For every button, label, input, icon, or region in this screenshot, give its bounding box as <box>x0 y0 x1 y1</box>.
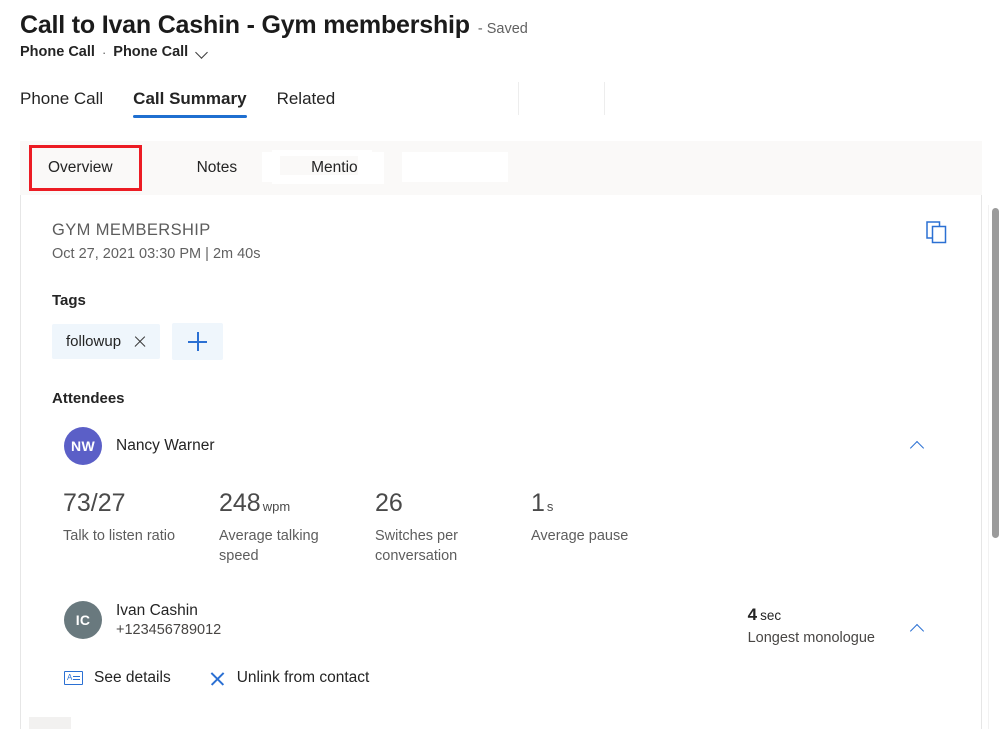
metric-switches-per-conversation: 26 Switches per conversation <box>375 491 531 566</box>
metric-value: 4 <box>748 605 757 624</box>
tag-chip-followup[interactable]: followup <box>52 324 160 359</box>
chevron-down-icon[interactable] <box>196 46 209 59</box>
tab-related[interactable]: Related <box>277 89 336 118</box>
metric-value: 73/27 <box>63 489 126 517</box>
chevron-up-glyph <box>910 439 924 453</box>
see-details-link[interactable]: See details <box>64 669 171 687</box>
unlink-close-icon <box>209 670 226 687</box>
attendee-name: Nancy Warner <box>116 437 214 455</box>
redaction-block-5 <box>402 152 508 182</box>
attendee-nancy-warner: NW Nancy Warner 73/27 Talk to listen rat… <box>52 427 951 566</box>
metric-label: Average pause <box>531 527 655 547</box>
inner-tab-overview[interactable]: Overview <box>20 141 143 195</box>
page-header: Call to Ivan Cashin - Gym membership - S… <box>0 0 1000 60</box>
bottom-edge-nub <box>29 717 71 729</box>
tab-call-summary[interactable]: Call Summary <box>133 89 246 118</box>
add-tag-button[interactable] <box>172 323 223 360</box>
breadcrumb-entity-type: Phone Call <box>113 44 188 60</box>
metric-label: Average talking speed <box>219 527 343 566</box>
call-summary-content: GYM MEMBERSHIP Oct 27, 2021 03:30 PM | 2… <box>21 195 981 687</box>
page-title: Call to Ivan Cashin - Gym membership <box>20 10 470 41</box>
metric-value: 248 <box>219 489 261 517</box>
save-status: - Saved <box>478 21 528 37</box>
call-summary-panel: GYM MEMBERSHIP Oct 27, 2021 03:30 PM | 2… <box>20 195 982 729</box>
main-tab-list: Phone Call Call Summary Related <box>0 82 1000 118</box>
chevron-up-glyph <box>910 622 924 636</box>
command-bar-divider-1 <box>518 82 519 115</box>
breadcrumb-separator: · <box>102 45 106 60</box>
breadcrumb: Phone Call · Phone Call <box>20 44 1000 60</box>
attendee-metrics: 73/27 Talk to listen ratio 248wpm Averag… <box>52 491 951 566</box>
command-bar-divider-2 <box>604 82 605 115</box>
redaction-block-4 <box>272 150 372 156</box>
attendee-phone-number: +123456789012 <box>116 622 221 638</box>
unlink-from-contact-link[interactable]: Unlink from contact <box>209 669 370 687</box>
redaction-block-3 <box>272 175 384 184</box>
metric-longest-monologue: 4sec Longest monologue <box>748 605 875 646</box>
plus-icon <box>188 332 207 351</box>
attendee-row[interactable]: NW Nancy Warner <box>52 427 951 465</box>
attendee-name: Ivan Cashin <box>116 602 221 620</box>
tag-label: followup <box>66 333 121 350</box>
tab-phone-call[interactable]: Phone Call <box>20 89 103 118</box>
metric-unit: wpm <box>263 499 290 514</box>
inner-tab-notes[interactable]: Notes <box>175 141 260 195</box>
call-subject: GYM MEMBERSHIP <box>52 221 951 240</box>
chevron-up-icon[interactable] <box>901 613 933 645</box>
avatar: NW <box>64 427 102 465</box>
scrollbar-thumb[interactable] <box>992 208 999 538</box>
metric-label: Longest monologue <box>748 630 875 646</box>
tags-section-label: Tags <box>52 292 951 309</box>
metric-label: Talk to listen ratio <box>63 527 187 547</box>
metric-label: Switches per conversation <box>375 527 499 566</box>
see-details-label: See details <box>94 669 171 687</box>
chevron-up-icon[interactable] <box>901 430 933 462</box>
metric-value: 26 <box>375 489 403 517</box>
call-datetime-duration: Oct 27, 2021 03:30 PM | 2m 40s <box>52 246 951 262</box>
close-icon[interactable] <box>133 335 147 349</box>
metric-value: 1 <box>531 489 545 517</box>
contact-card-icon <box>64 671 83 685</box>
unlink-label: Unlink from contact <box>237 669 370 687</box>
breadcrumb-record-name: Phone Call <box>20 44 95 60</box>
attendee-action-links: See details Unlink from contact <box>52 669 951 687</box>
tags-row: followup <box>52 323 951 360</box>
attendee-ivan-cashin: IC Ivan Cashin +123456789012 4sec Longes… <box>52 601 951 687</box>
attendees-section-label: Attendees <box>52 390 951 407</box>
metric-unit: s <box>547 499 554 514</box>
avatar: IC <box>64 601 102 639</box>
metric-unit: sec <box>760 608 781 623</box>
metric-talk-to-listen-ratio: 73/27 Talk to listen ratio <box>63 491 219 566</box>
copy-icon[interactable] <box>919 215 953 249</box>
title-row: Call to Ivan Cashin - Gym membership - S… <box>20 10 1000 41</box>
metric-average-talking-speed: 248wpm Average talking speed <box>219 491 375 566</box>
metric-average-pause: 1s Average pause <box>531 491 687 566</box>
